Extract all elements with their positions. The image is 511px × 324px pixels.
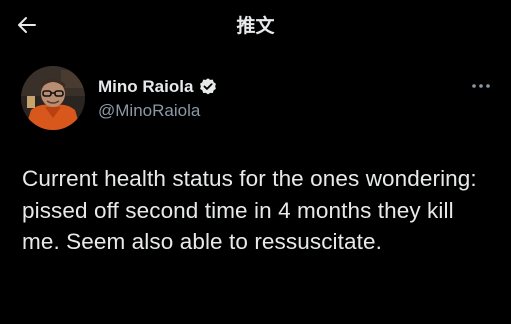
top-bar: 推文 <box>0 0 511 52</box>
author-handle[interactable]: @MinoRaiola <box>98 101 218 121</box>
verified-badge-icon <box>198 77 218 97</box>
author-display-name[interactable]: Mino Raiola <box>98 77 193 97</box>
profile-photo <box>21 66 85 130</box>
more-horizontal-icon <box>472 84 490 88</box>
more-button[interactable] <box>468 76 494 96</box>
avatar[interactable] <box>21 66 85 130</box>
page-title: 推文 <box>236 15 275 37</box>
name-row: Mino Raiola <box>98 76 218 98</box>
tweet-text: Current health status for the ones wonde… <box>22 166 477 254</box>
author-info: Mino Raiola @MinoRaiola <box>98 76 218 121</box>
